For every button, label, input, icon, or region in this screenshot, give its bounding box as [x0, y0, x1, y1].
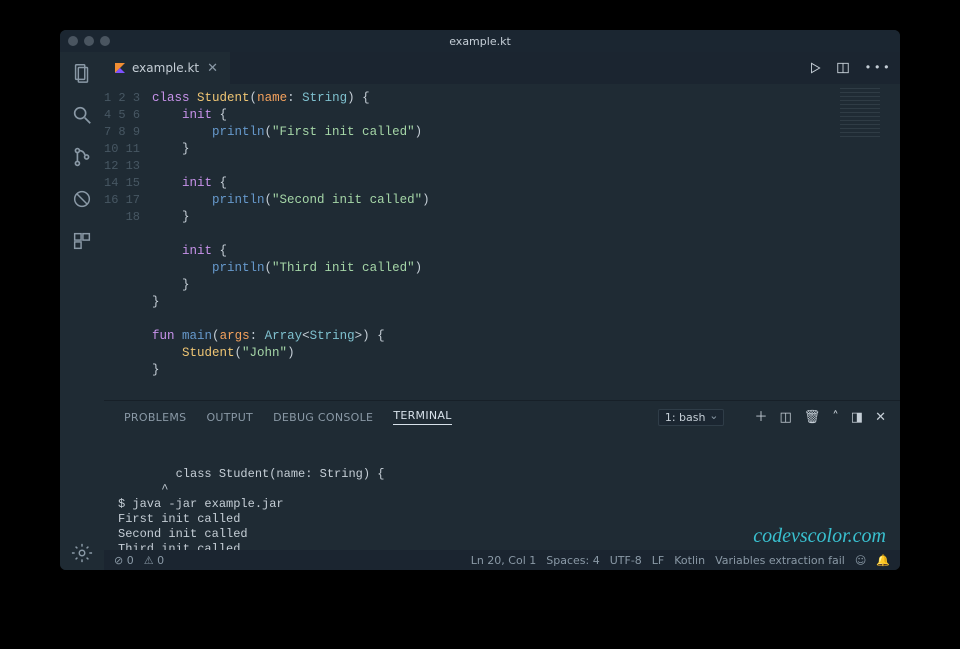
gear-icon[interactable]	[71, 542, 93, 564]
tab-bar: example.kt ✕ •••	[104, 52, 900, 84]
terminal-selector[interactable]: 1: bash	[658, 409, 725, 426]
tab-filename: example.kt	[132, 61, 199, 75]
status-bar: ⊘ 0 ⚠ 0 Ln 20, Col 1 Spaces: 4 UTF-8 LF …	[104, 550, 900, 570]
status-warnings[interactable]: ⚠ 0	[144, 554, 164, 567]
extensions-icon[interactable]	[71, 230, 93, 252]
tab-terminal[interactable]: TERMINAL	[393, 409, 451, 425]
kotlin-file-icon	[114, 62, 126, 74]
search-icon[interactable]	[71, 104, 93, 126]
feedback-icon[interactable]: ☺	[855, 554, 866, 567]
status-cursor[interactable]: Ln 20, Col 1	[471, 554, 537, 567]
source-control-icon[interactable]	[71, 146, 93, 168]
new-terminal-icon[interactable]: ＋	[754, 411, 767, 424]
debug-icon[interactable]	[71, 188, 93, 210]
tab-example-kt[interactable]: example.kt ✕	[104, 52, 231, 84]
titlebar: example.kt	[60, 30, 900, 52]
explorer-icon[interactable]	[71, 62, 93, 84]
toggle-panel-icon[interactable]: ◨	[851, 411, 863, 424]
kill-terminal-icon[interactable]: 🗑	[804, 411, 821, 424]
editor-window: example.kt example.kt ✕	[60, 30, 900, 570]
more-actions-icon[interactable]: •••	[864, 61, 892, 75]
editor[interactable]: 1 2 3 4 5 6 7 8 9 10 11 12 13 14 15 16 1…	[104, 84, 900, 400]
maximize-panel-icon[interactable]: ˄	[832, 411, 839, 424]
run-icon[interactable]	[808, 61, 822, 75]
status-eol[interactable]: LF	[652, 554, 664, 567]
bottom-panel: PROBLEMS OUTPUT DEBUG CONSOLE TERMINAL 1…	[104, 400, 900, 550]
tab-output[interactable]: OUTPUT	[206, 411, 253, 424]
status-language[interactable]: Kotlin	[674, 554, 705, 567]
tab-problems[interactable]: PROBLEMS	[124, 411, 186, 424]
terminal-output[interactable]: class Student(name: String) { ^ $ java -…	[104, 433, 900, 550]
split-editor-icon[interactable]	[836, 61, 850, 75]
minimap[interactable]	[836, 88, 896, 138]
bell-icon[interactable]: 🔔	[876, 554, 890, 567]
code-area[interactable]: class Student(name: String) { init { pri…	[148, 84, 900, 400]
status-encoding[interactable]: UTF-8	[610, 554, 642, 567]
line-gutter: 1 2 3 4 5 6 7 8 9 10 11 12 13 14 15 16 1…	[104, 84, 148, 400]
close-tab-icon[interactable]: ✕	[205, 61, 220, 76]
split-terminal-icon[interactable]: ◫	[779, 411, 791, 424]
close-panel-icon[interactable]: ✕	[875, 411, 886, 424]
tab-debug-console[interactable]: DEBUG CONSOLE	[273, 411, 373, 424]
window-title: example.kt	[60, 35, 900, 48]
status-errors[interactable]: ⊘ 0	[114, 554, 134, 567]
watermark: codevscolor.com	[753, 529, 886, 544]
editor-actions: •••	[808, 61, 892, 75]
activity-bar	[60, 52, 104, 570]
status-indent[interactable]: Spaces: 4	[546, 554, 599, 567]
status-extension[interactable]: Variables extraction fail	[715, 554, 845, 567]
